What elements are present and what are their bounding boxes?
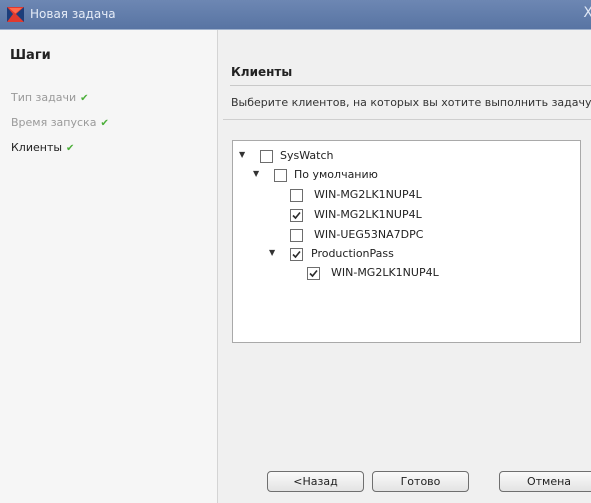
- checkmark-icon: ✔: [66, 143, 75, 154]
- heading-divider: [230, 85, 591, 86]
- checkmark-icon: ✔: [80, 93, 89, 104]
- tree-node-label: WIN-MG2LK1NUP4L: [314, 208, 422, 221]
- tree-checkbox-checked[interactable]: [290, 209, 303, 222]
- expand-arrow-icon[interactable]: ▼: [253, 169, 259, 178]
- cancel-button[interactable]: Отмена: [499, 471, 591, 492]
- steps-sidebar: Шаги Тип задачи ✔ Время запуска ✔ Клиенты ✔: [0, 30, 217, 503]
- tree-node-label: WIN-MG2LK1NUP4L: [314, 188, 422, 201]
- step-label: Время запуска: [11, 116, 97, 129]
- done-button[interactable]: Готово: [372, 471, 469, 492]
- new-task-window: Новая задача X Шаги Тип задачи ✔ Время за…: [0, 0, 591, 503]
- app-logo-icon: [7, 7, 24, 22]
- tree-node-label: По умолчанию: [294, 168, 378, 181]
- tree-checkbox-checked[interactable]: [307, 267, 320, 280]
- step-launch-time[interactable]: Время запуска ✔: [11, 116, 109, 129]
- step-clients[interactable]: Клиенты ✔: [11, 141, 74, 154]
- clients-panel: Клиенты Выберите клиентов, на которых вы…: [218, 30, 591, 503]
- back-button[interactable]: <Назад: [267, 471, 364, 492]
- step-label: Тип задачи: [11, 91, 77, 104]
- page-subtitle: Выберите клиентов, на которых вы хотите …: [231, 96, 591, 109]
- tree-node-label: SysWatch: [280, 149, 334, 162]
- expand-arrow-icon[interactable]: ▼: [269, 248, 275, 257]
- subtitle-divider: [223, 119, 591, 120]
- close-icon[interactable]: X: [583, 5, 591, 21]
- tree-checkbox-checked[interactable]: [290, 248, 303, 261]
- page-title: Клиенты: [231, 65, 293, 79]
- checkmark-icon: ✔: [100, 118, 109, 129]
- tree-checkbox[interactable]: [260, 150, 273, 163]
- tree-checkbox[interactable]: [290, 229, 303, 242]
- tree-node-label: WIN-UEG53NA7DPC: [314, 228, 424, 241]
- tree-checkbox[interactable]: [290, 189, 303, 202]
- step-label: Клиенты: [11, 141, 63, 154]
- steps-title: Шаги: [10, 48, 51, 63]
- window-title: Новая задача: [30, 7, 116, 21]
- step-task-type[interactable]: Тип задачи ✔: [11, 91, 89, 104]
- clients-tree[interactable]: ▼ SysWatch ▼ По умолчанию WIN-MG2LK1NUP4…: [232, 140, 581, 343]
- tree-node-label: ProductionPass: [311, 247, 394, 260]
- title-bar[interactable]: Новая задача X: [0, 0, 591, 29]
- expand-arrow-icon[interactable]: ▼: [239, 150, 245, 159]
- tree-checkbox[interactable]: [274, 169, 287, 182]
- tree-node-label: WIN-MG2LK1NUP4L: [331, 266, 439, 279]
